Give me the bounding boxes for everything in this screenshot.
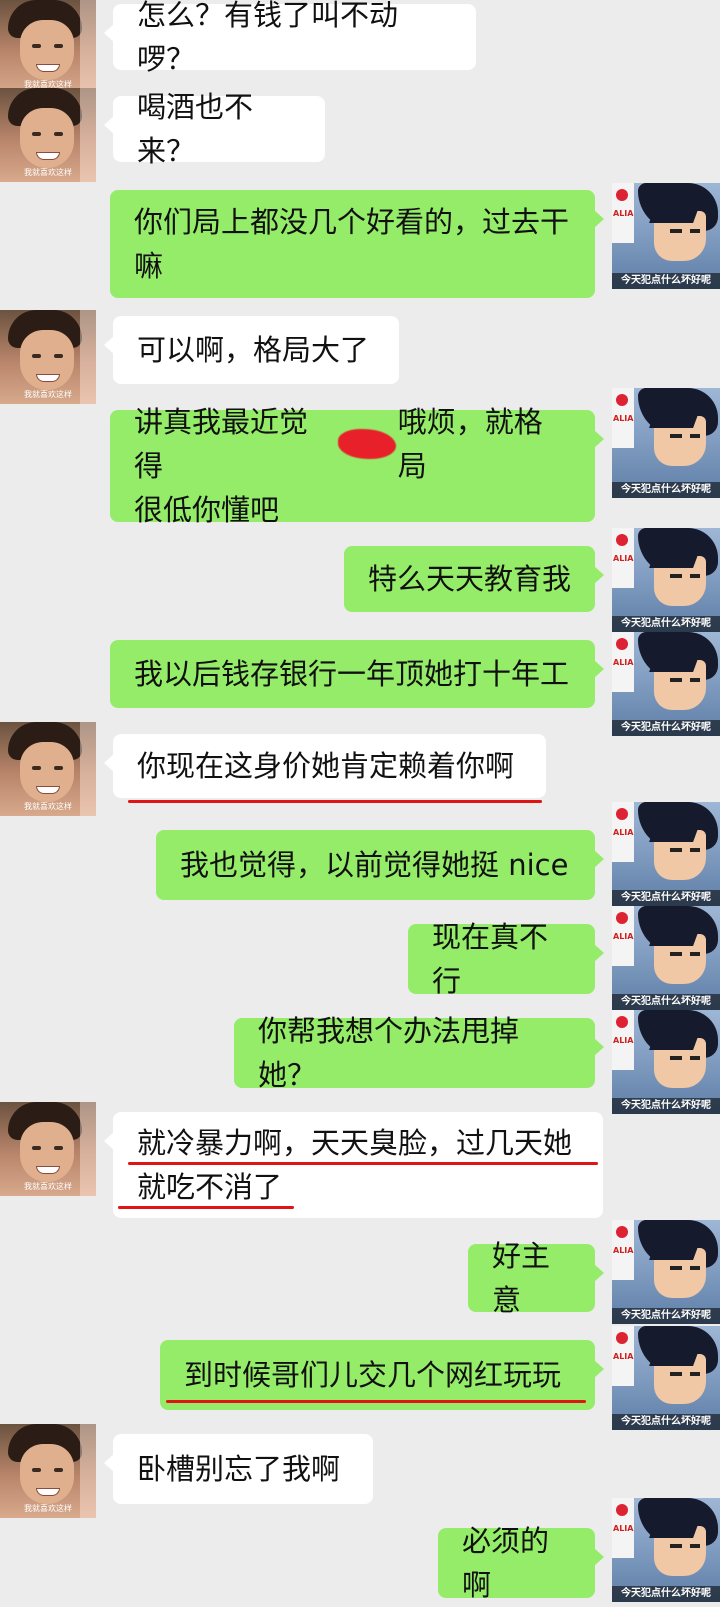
my-avatar[interactable]: ALIA 今天犯点什么坏好呢 bbox=[612, 1220, 720, 1324]
contact-avatar[interactable]: 我就喜欢这样 bbox=[0, 0, 96, 94]
message-text: 就吃不消了 bbox=[137, 1170, 283, 1204]
avatar-caption: 今天犯点什么坏好呢 bbox=[612, 616, 720, 632]
my-avatar[interactable]: ALIA 今天犯点什么坏好呢 bbox=[612, 1326, 720, 1430]
avatar-sign-text: ALIA bbox=[613, 554, 634, 563]
avatar-caption: 今天犯点什么坏好呢 bbox=[612, 482, 720, 498]
contact-avatar[interactable]: 我就喜欢这样 bbox=[0, 1102, 96, 1196]
message-text: 嘛 bbox=[134, 249, 164, 283]
message-text: 特么天天教育我 bbox=[368, 562, 572, 596]
message-bubble[interactable]: 喝酒也不来？ bbox=[104, 90, 325, 168]
my-avatar[interactable]: ALIA 今天犯点什么坏好呢 bbox=[612, 528, 720, 632]
avatar-sign-text: ALIA bbox=[613, 1246, 634, 1255]
avatar-caption: 我就喜欢这样 bbox=[24, 168, 72, 177]
contact-avatar[interactable]: 我就喜欢这样 bbox=[0, 88, 96, 182]
my-avatar[interactable]: ALIA 今天犯点什么坏好呢 bbox=[612, 1498, 720, 1602]
avatar-sign-text: ALIA bbox=[613, 1524, 634, 1533]
avatar-caption: 今天犯点什么坏好呢 bbox=[612, 994, 720, 1010]
message-bubble[interactable]: 讲真我最近觉得 哦烦，就格局 很低你懂吧 bbox=[110, 405, 604, 527]
my-avatar[interactable]: ALIA 今天犯点什么坏好呢 bbox=[612, 183, 720, 289]
message-text: 好主意 bbox=[492, 1239, 551, 1317]
red-underline bbox=[118, 1206, 294, 1209]
avatar-sign-text: ALIA bbox=[613, 658, 634, 667]
avatar-caption: 今天犯点什么坏好呢 bbox=[612, 720, 720, 736]
avatar-sign-text: ALIA bbox=[613, 209, 634, 218]
message-text: 现在真不行 bbox=[432, 920, 549, 998]
my-avatar[interactable]: ALIA 今天犯点什么坏好呢 bbox=[612, 906, 720, 1010]
message-bubble[interactable]: 你帮我想个办法甩掉她？ bbox=[234, 1014, 604, 1092]
avatar-caption: 我就喜欢这样 bbox=[24, 390, 72, 399]
message-bubble[interactable]: 卧槽别忘了我啊 bbox=[104, 1434, 373, 1504]
message-text: 卧槽别忘了我啊 bbox=[137, 1452, 341, 1486]
message-bubble[interactable]: 必须的啊 bbox=[438, 1524, 604, 1602]
avatar-caption: 今天犯点什么坏好呢 bbox=[612, 1308, 720, 1324]
message-text: 你帮我想个办法甩掉她？ bbox=[258, 1014, 520, 1092]
message-bubble[interactable]: 特么天天教育我 bbox=[344, 546, 604, 612]
red-underline bbox=[128, 1162, 598, 1165]
message-text: 必须的啊 bbox=[462, 1524, 550, 1602]
avatar-caption: 今天犯点什么坏好呢 bbox=[612, 1414, 720, 1430]
message-bubble[interactable]: 就冷暴力啊，天天臭脸，过几天她 就吃不消了 bbox=[104, 1112, 603, 1218]
chat-screen: { "left_avatar_caption": "我就喜欢这样", "righ… bbox=[0, 0, 720, 1602]
avatar-caption: 我就喜欢这样 bbox=[24, 1504, 72, 1513]
message-text: 我以后钱存银行一年顶她打十年工 bbox=[134, 657, 570, 691]
contact-avatar[interactable]: 我就喜欢这样 bbox=[0, 1424, 96, 1518]
avatar-sign-text: ALIA bbox=[613, 1352, 634, 1361]
message-text: 你们局上都没几个好看的，过去干 bbox=[134, 205, 570, 239]
message-bubble[interactable]: 我以后钱存银行一年顶她打十年工 bbox=[110, 640, 604, 708]
message-text: 到时候哥们儿交几个网红玩玩 bbox=[184, 1358, 562, 1392]
message-bubble[interactable]: 好主意 bbox=[468, 1239, 604, 1317]
message-bubble[interactable]: 你们局上都没几个好看的，过去干 嘛 bbox=[110, 190, 604, 298]
my-avatar[interactable]: ALIA 今天犯点什么坏好呢 bbox=[612, 1010, 720, 1114]
message-text: 你现在这身价她肯定赖着你啊 bbox=[137, 749, 515, 783]
message-text: 讲真我最近觉得 bbox=[134, 405, 309, 483]
avatar-caption: 今天犯点什么坏好呢 bbox=[612, 890, 720, 906]
avatar-caption: 今天犯点什么坏好呢 bbox=[612, 273, 720, 289]
contact-avatar[interactable]: 我就喜欢这样 bbox=[0, 310, 96, 404]
message-bubble[interactable]: 现在真不行 bbox=[408, 920, 604, 998]
message-bubble[interactable]: 你现在这身价她肯定赖着你啊 bbox=[104, 734, 546, 798]
contact-avatar[interactable]: 我就喜欢这样 bbox=[0, 722, 96, 816]
my-avatar[interactable]: ALIA 今天犯点什么坏好呢 bbox=[612, 632, 720, 736]
redaction-scribble bbox=[338, 429, 396, 459]
avatar-caption: 我就喜欢这样 bbox=[24, 1182, 72, 1191]
avatar-sign-text: ALIA bbox=[613, 828, 634, 837]
my-avatar[interactable]: ALIA 今天犯点什么坏好呢 bbox=[612, 802, 720, 906]
avatar-caption: 今天犯点什么坏好呢 bbox=[612, 1098, 720, 1114]
message-text: 哦烦，就格局 bbox=[397, 405, 543, 483]
avatar-sign-text: ALIA bbox=[613, 414, 634, 423]
message-bubble[interactable]: 可以啊，格局大了 bbox=[104, 316, 399, 384]
message-text: 就冷暴力啊，天天臭脸，过几天她 bbox=[137, 1126, 573, 1160]
avatar-caption: 我就喜欢这样 bbox=[24, 802, 72, 811]
message-text: 很低你懂吧 bbox=[134, 493, 280, 527]
message-text: 可以啊，格局大了 bbox=[137, 333, 370, 367]
message-text: 怎么？有钱了叫不动啰？ bbox=[137, 0, 399, 76]
message-bubble[interactable]: 我也觉得，以前觉得她挺 nice bbox=[156, 830, 604, 900]
avatar-sign-text: ALIA bbox=[613, 932, 634, 941]
avatar-caption: 今天犯点什么坏好呢 bbox=[612, 1586, 720, 1602]
red-underline bbox=[166, 1400, 586, 1403]
message-bubble[interactable]: 怎么？有钱了叫不动啰？ bbox=[104, 0, 476, 76]
red-underline bbox=[128, 800, 542, 803]
avatar-sign-text: ALIA bbox=[613, 1036, 634, 1045]
message-text: 喝酒也不来？ bbox=[137, 90, 254, 168]
message-text: 我也觉得，以前觉得她挺 nice bbox=[180, 848, 569, 882]
my-avatar[interactable]: ALIA 今天犯点什么坏好呢 bbox=[612, 388, 720, 498]
